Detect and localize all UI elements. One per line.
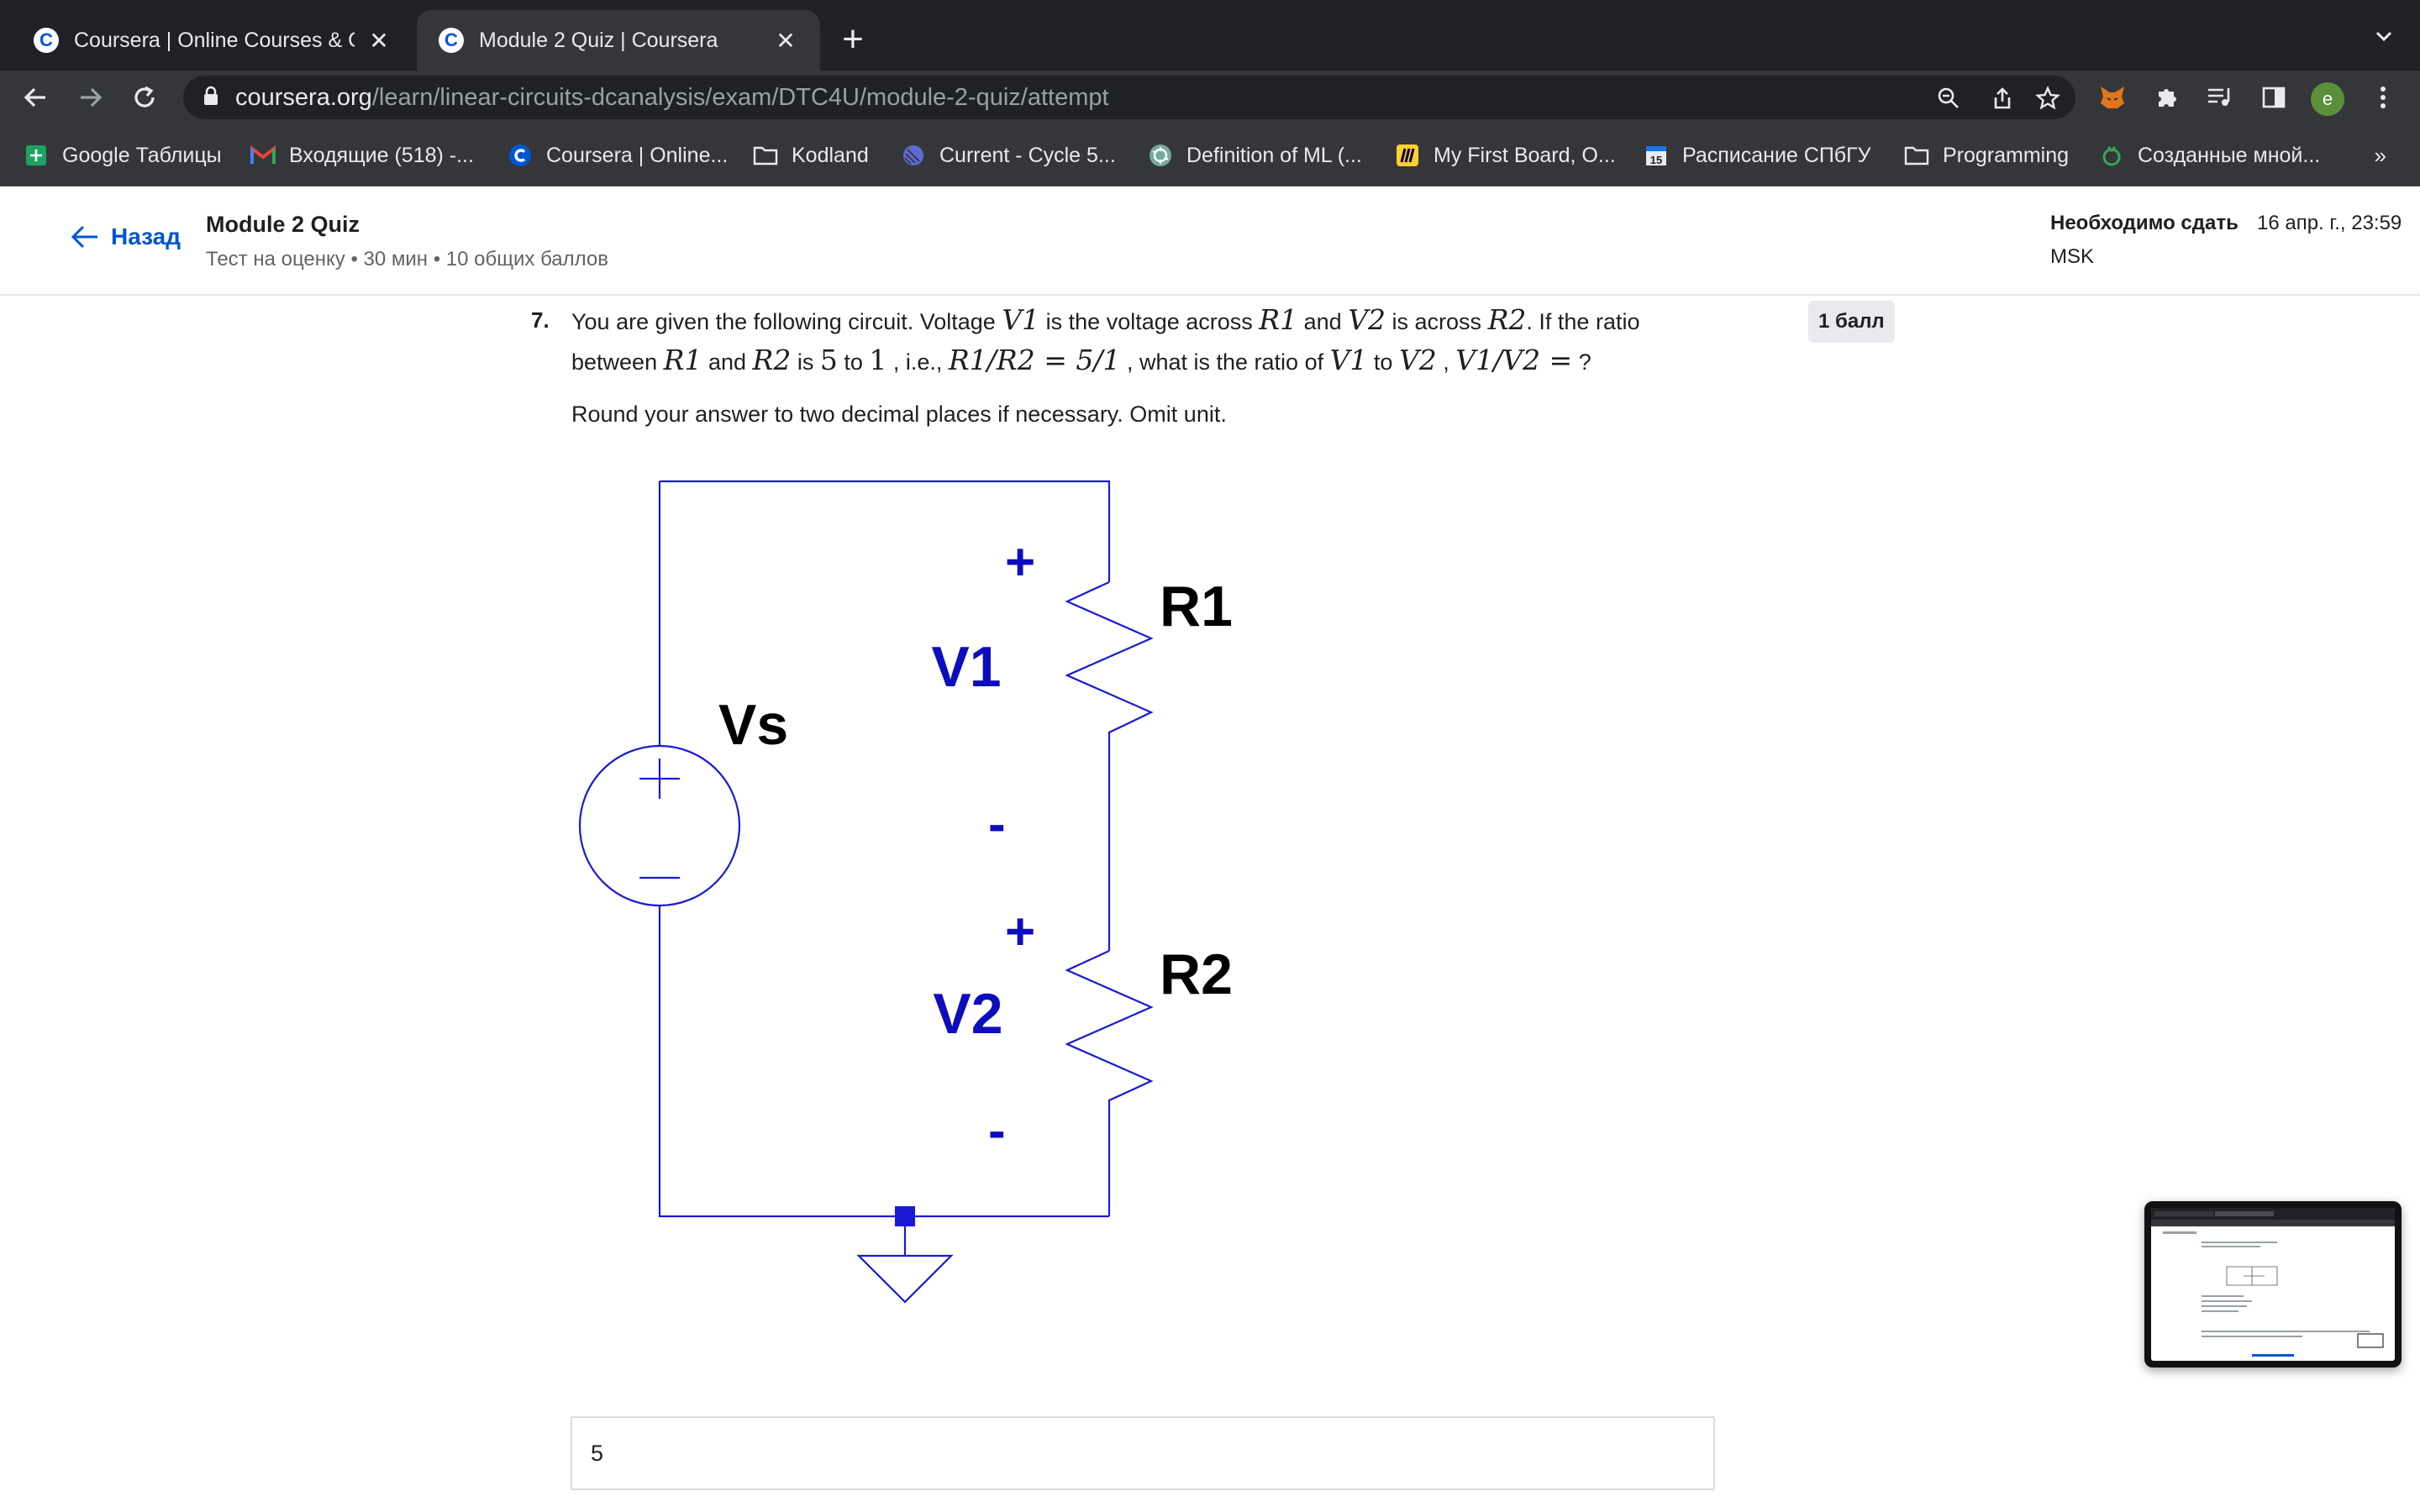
bookmark-miro-board[interactable]: My First Board, O... <box>1395 141 1616 170</box>
back-label: Назад <box>111 223 182 249</box>
back-arrow-icon[interactable] <box>13 76 57 119</box>
circuit-wire-left-bottom <box>658 906 1109 1218</box>
openai-icon <box>1148 143 1173 168</box>
calendar-icon: 15 <box>1644 143 1669 168</box>
media-controls-icon[interactable] <box>2205 82 2235 113</box>
folder-icon <box>753 143 778 168</box>
answer-input[interactable]: 5 <box>571 1416 1715 1490</box>
profile-avatar[interactable]: e <box>2311 82 2344 116</box>
close-tab-icon[interactable]: ✕ <box>366 27 392 55</box>
zoom-icon[interactable] <box>1934 84 1963 113</box>
bookmark-gmail-inbox[interactable]: Входящие (518) -... <box>250 141 474 170</box>
browser-toolbar: coursera.org/learn/linear-circuits-dcana… <box>0 71 2420 124</box>
url-text: coursera.org/learn/linear-circuits-dcana… <box>235 83 1109 111</box>
quiz-subtitle: Тест на оценку • 30 мин • 10 общих балло… <box>206 248 608 270</box>
screen-preview-thumbnail[interactable] <box>2144 1201 2402 1368</box>
arrow-left-icon <box>71 225 97 249</box>
metamask-extension-icon[interactable] <box>2097 82 2128 113</box>
ground-node <box>895 1206 915 1226</box>
close-tab-icon[interactable]: ✕ <box>773 27 798 55</box>
bookmark-current-cycle[interactable]: Current - Cycle 5... <box>901 141 1116 170</box>
back-button[interactable]: Назад <box>71 223 181 250</box>
v2-label: V2 <box>933 982 1002 1046</box>
v1-minus-sign: - <box>988 795 1006 853</box>
forward-arrow-icon[interactable] <box>69 76 113 119</box>
v1-plus-sign: + <box>1005 533 1035 591</box>
folder-icon <box>1904 143 1929 168</box>
screen-preview-image <box>2151 1208 2395 1361</box>
v2-plus-sign: + <box>1005 903 1035 961</box>
due-label: Необходимо сдать <box>2050 212 2238 234</box>
address-bar[interactable]: coursera.org/learn/linear-circuits-dcana… <box>183 76 2075 119</box>
bookmark-definition-of-ml[interactable]: Definition of ML (... <box>1148 141 1362 170</box>
coursera-favicon-icon: C <box>34 28 59 53</box>
v2-minus-sign: - <box>988 1102 1006 1160</box>
ground-symbol <box>856 1254 954 1304</box>
tab-title: Coursera | Online Courses & Credentials … <box>74 28 355 52</box>
quiz-header: Назад Module 2 Quiz Тест на оценку • 30 … <box>0 186 2420 296</box>
question-instruction: Round your answer to two decimal places … <box>571 402 1227 427</box>
question-number: 7. <box>531 307 550 333</box>
sheets-icon <box>24 143 49 168</box>
side-panel-icon[interactable] <box>2259 82 2289 113</box>
due-timezone: MSK <box>2050 245 2095 268</box>
kebab-menu-icon[interactable] <box>2368 82 2398 113</box>
linear-icon <box>901 143 926 168</box>
bookmark-spbu-schedule[interactable]: 15 Расписание СПбГУ <box>1644 141 1871 170</box>
gmail-icon <box>250 143 276 168</box>
bookmark-coursera[interactable]: Coursera | Online... <box>508 141 728 170</box>
due-date: 16 апр. г., 23:59 <box>2257 212 2402 234</box>
tab-title: Module 2 Quiz | Coursera <box>479 28 718 52</box>
svg-text:15: 15 <box>1650 154 1662 166</box>
lock-icon[interactable] <box>203 86 218 110</box>
circuit-diagram: Vs R1 R2 V1 V2 + - + - <box>578 480 1233 1304</box>
r1-label: R1 <box>1160 575 1233 638</box>
money-icon <box>2099 143 2124 168</box>
resistor-r2-symbol <box>1065 950 1154 1216</box>
points-badge: 1 балл <box>1808 301 1895 343</box>
bookmarks-overflow-button[interactable]: » <box>2375 143 2386 169</box>
bookmark-programming[interactable]: Programming <box>1904 141 2069 170</box>
bookmarks-bar: Google Таблицы Входящие (518) -... Cours… <box>0 124 2420 186</box>
v1-label: V1 <box>931 635 1001 699</box>
source-label: Vs <box>718 693 788 757</box>
source-plus-sign <box>639 759 680 799</box>
r2-label: R2 <box>1160 942 1233 1006</box>
extensions-puzzle-icon[interactable] <box>2151 82 2181 113</box>
bookmark-google-sheets[interactable]: Google Таблицы <box>24 141 222 170</box>
chevron-down-icon[interactable] <box>2371 24 2396 49</box>
quiz-title: Module 2 Quiz <box>206 212 360 237</box>
coursera-icon <box>508 143 533 168</box>
bookmark-created-by-me[interactable]: Созданные мной... <box>2099 141 2320 170</box>
share-icon[interactable] <box>1988 84 2017 113</box>
circuit-wire-top <box>660 480 1111 582</box>
browser-tab-strip: C Coursera | Online Courses & Credential… <box>0 0 2420 71</box>
reload-icon[interactable] <box>123 76 166 119</box>
bookmark-star-icon[interactable] <box>2033 84 2062 113</box>
tab-coursera-home[interactable]: C Coursera | Online Courses & Credential… <box>12 10 413 71</box>
tab-module-2-quiz[interactable]: C Module 2 Quiz | Coursera ✕ <box>417 10 820 71</box>
bookmark-kodland[interactable]: Kodland <box>753 141 869 170</box>
miro-icon <box>1395 143 1420 168</box>
coursera-favicon-icon: C <box>439 28 464 53</box>
new-tab-button[interactable]: + <box>832 18 874 60</box>
resistor-r1-symbol <box>1065 581 1154 951</box>
question-text: You are given the following circuit. Vol… <box>571 303 1640 376</box>
